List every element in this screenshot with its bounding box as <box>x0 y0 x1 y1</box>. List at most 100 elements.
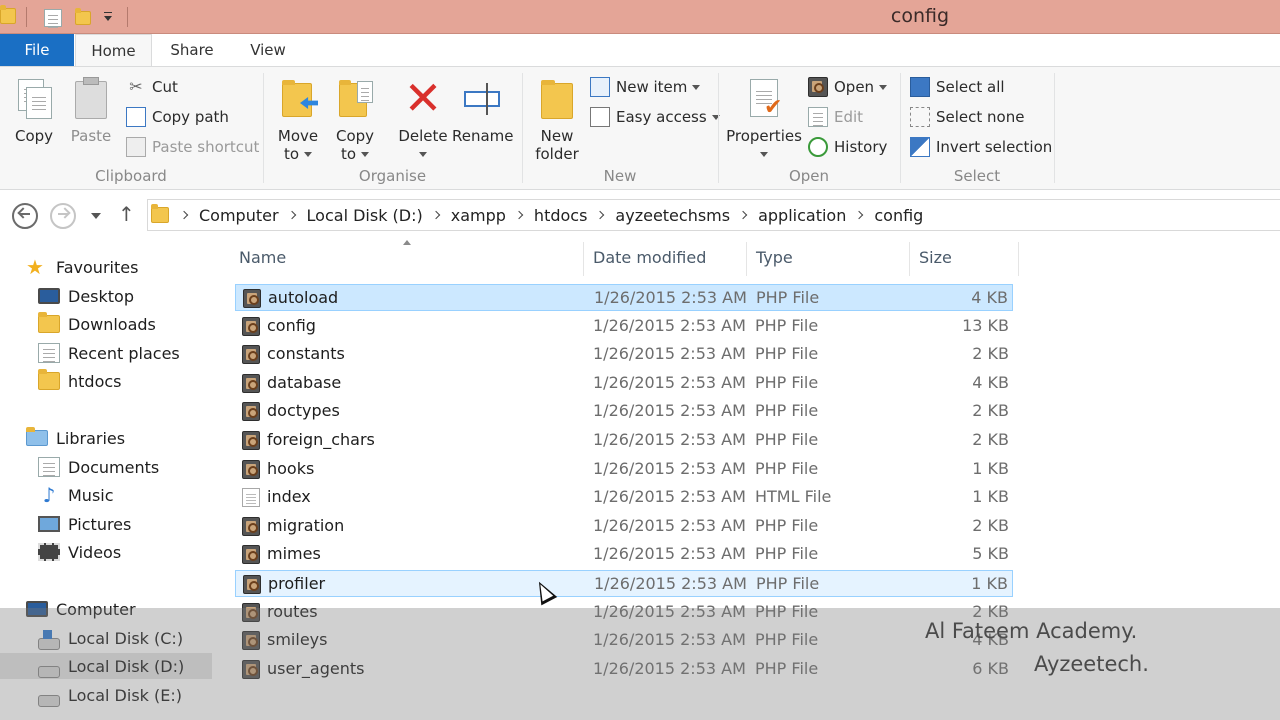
copy-path-button[interactable]: Copy path <box>126 105 229 129</box>
chevron-down-icon <box>304 152 313 157</box>
column-header-size[interactable]: Size <box>919 248 952 267</box>
file-name: profiler <box>268 574 326 593</box>
chevron-right-icon[interactable] <box>738 210 748 220</box>
nav-documents[interactable]: Documents <box>38 454 159 480</box>
nav-pictures[interactable]: Pictures <box>38 511 131 537</box>
nav-computer[interactable]: Computer <box>26 596 136 622</box>
file-size: 4 KB <box>972 372 1009 392</box>
nav-music[interactable]: ♪ Music <box>38 482 114 508</box>
tab-home[interactable]: Home <box>75 34 152 67</box>
easy-access-icon <box>590 107 610 127</box>
history-label: History <box>834 138 888 156</box>
chevron-right-icon[interactable] <box>596 210 605 220</box>
column-divider[interactable] <box>746 242 747 276</box>
breadcrumb-xampp[interactable]: xampp <box>451 206 506 225</box>
file-row[interactable]: migration 1/26/2015 2:53 AM PHP File 2 KB <box>235 513 1013 540</box>
file-name: config <box>267 315 316 335</box>
copy-button[interactable]: Copy <box>10 75 58 145</box>
select-all-button[interactable]: Select all <box>910 75 1005 99</box>
file-name: hooks <box>267 458 315 478</box>
nav-downloads[interactable]: Downloads <box>38 311 156 337</box>
forward-arrow-icon[interactable] <box>50 203 76 229</box>
file-name: autoload <box>268 288 339 307</box>
new-item-button[interactable]: New item <box>590 75 701 99</box>
open-button[interactable]: Open <box>808 75 888 99</box>
chevron-right-icon[interactable] <box>431 210 440 220</box>
file-row[interactable]: database 1/26/2015 2:53 AM PHP File 4 KB <box>235 370 1013 397</box>
delete-icon: ✕ <box>403 71 443 125</box>
copy-to-label: Copy <box>335 127 375 145</box>
paste-button[interactable]: Paste <box>68 75 114 145</box>
breadcrumb-htdocs[interactable]: htdocs <box>534 206 588 225</box>
file-row[interactable]: autoload 1/26/2015 2:53 AM PHP File 4 KB <box>235 284 1013 311</box>
tab-file[interactable]: File <box>0 34 74 66</box>
breadcrumb-local-disk-d[interactable]: Local Disk (D:) <box>307 206 423 225</box>
file-row[interactable]: routes 1/26/2015 2:53 AM PHP File 2 KB <box>235 599 1013 626</box>
history-button[interactable]: History <box>808 135 887 159</box>
back-arrow-icon[interactable] <box>12 203 38 229</box>
tab-view[interactable]: View <box>238 34 298 66</box>
nav-local-disk-e-label: Local Disk (E:) <box>68 685 182 705</box>
column-divider[interactable] <box>583 242 584 276</box>
breadcrumb-ayzeetechsms[interactable]: ayzeetechsms <box>615 206 730 225</box>
file-size: 1 KB <box>972 458 1009 478</box>
nav-desktop[interactable]: Desktop <box>38 283 134 309</box>
chevron-right-icon[interactable] <box>514 210 524 220</box>
desktop-icon <box>38 288 60 304</box>
column-divider[interactable] <box>909 242 910 276</box>
php-file-icon <box>243 575 261 594</box>
file-row[interactable]: foreign_chars 1/26/2015 2:53 AM PHP File 2 … <box>235 427 1013 454</box>
properties-icon: ✔ <box>742 75 786 121</box>
breadcrumb-computer[interactable]: Computer <box>199 206 279 225</box>
file-row[interactable]: constants 1/26/2015 2:53 AM PHP File 2 KB <box>235 341 1013 368</box>
chevron-right-icon[interactable] <box>855 210 864 220</box>
nav-local-disk-d[interactable]: Local Disk (D:) <box>0 653 212 679</box>
file-row[interactable]: doctypes 1/26/2015 2:53 AM PHP File 2 KB <box>235 398 1013 425</box>
file-row[interactable]: config 1/26/2015 2:53 AM PHP File 13 KB <box>235 313 1013 340</box>
new-folder-button[interactable]: New folder <box>532 75 582 163</box>
organise-group-label: Organise <box>358 167 427 185</box>
star-icon: ★ <box>26 255 44 279</box>
copy-to-button[interactable]: Copy to <box>330 75 380 163</box>
column-header-name[interactable]: Name <box>239 248 286 267</box>
nav-local-disk-e[interactable]: Local Disk (E:) <box>38 682 182 708</box>
paste-shortcut-button[interactable]: Paste shortcut <box>126 135 259 159</box>
nav-libraries[interactable]: Libraries <box>26 425 125 451</box>
file-row[interactable]: profiler 1/26/2015 2:53 AM PHP File 1 KB <box>235 570 1013 597</box>
properties-button[interactable]: ✔ Properties <box>726 75 802 163</box>
delete-button[interactable]: ✕ Delete <box>396 75 450 163</box>
column-header-type[interactable]: Type <box>756 248 793 267</box>
invert-selection-button[interactable]: Invert selection <box>910 135 1052 159</box>
tab-share[interactable]: Share <box>160 34 224 66</box>
edit-button[interactable]: Edit <box>808 105 863 129</box>
chevron-right-icon[interactable] <box>179 210 189 220</box>
file-row[interactable]: user_agents 1/26/2015 2:53 AM PHP File 6 KB <box>235 656 1013 683</box>
recent-locations-dropdown[interactable] <box>91 213 101 219</box>
breadcrumb-application[interactable]: application <box>758 206 846 225</box>
nav-htdocs[interactable]: htdocs <box>38 368 122 394</box>
column-header-date-modified[interactable]: Date modified <box>593 248 706 267</box>
file-row[interactable]: smileys 1/26/2015 2:53 AM PHP File 4 KB <box>235 627 1013 654</box>
file-date-modified: 1/26/2015 2:53 AM <box>593 430 746 449</box>
rename-button[interactable]: Rename <box>452 75 514 145</box>
select-none-button[interactable]: Select none <box>910 105 1024 129</box>
move-to-button[interactable]: Move to <box>272 75 324 163</box>
easy-access-button[interactable]: Easy access <box>590 105 720 129</box>
column-divider[interactable] <box>1018 242 1019 276</box>
up-arrow-icon[interactable]: ↑ <box>118 203 135 225</box>
file-row[interactable]: index 1/26/2015 2:53 AM HTML File 1 KB <box>235 484 1013 511</box>
nav-local-disk-c[interactable]: Local Disk (C:) <box>38 625 183 651</box>
nav-favourites[interactable]: ★ Favourites <box>26 254 138 280</box>
file-name: doctypes <box>267 401 340 421</box>
file-row[interactable]: hooks 1/26/2015 2:53 AM PHP File 1 KB <box>235 456 1013 483</box>
file-type: PHP File <box>755 544 819 564</box>
breadcrumb-config[interactable]: config <box>874 206 923 225</box>
drive-icon <box>38 630 60 650</box>
file-row[interactable]: mimes 1/26/2015 2:53 AM PHP File 5 KB <box>235 541 1013 568</box>
nav-recent-places[interactable]: Recent places <box>38 340 180 366</box>
watermark-line-2: Ayzeetech. <box>1034 652 1149 676</box>
chevron-right-icon[interactable] <box>287 210 296 220</box>
nav-videos[interactable]: Videos <box>38 539 121 565</box>
cut-button[interactable]: ✂ Cut <box>126 75 178 99</box>
folder-icon <box>151 204 169 223</box>
